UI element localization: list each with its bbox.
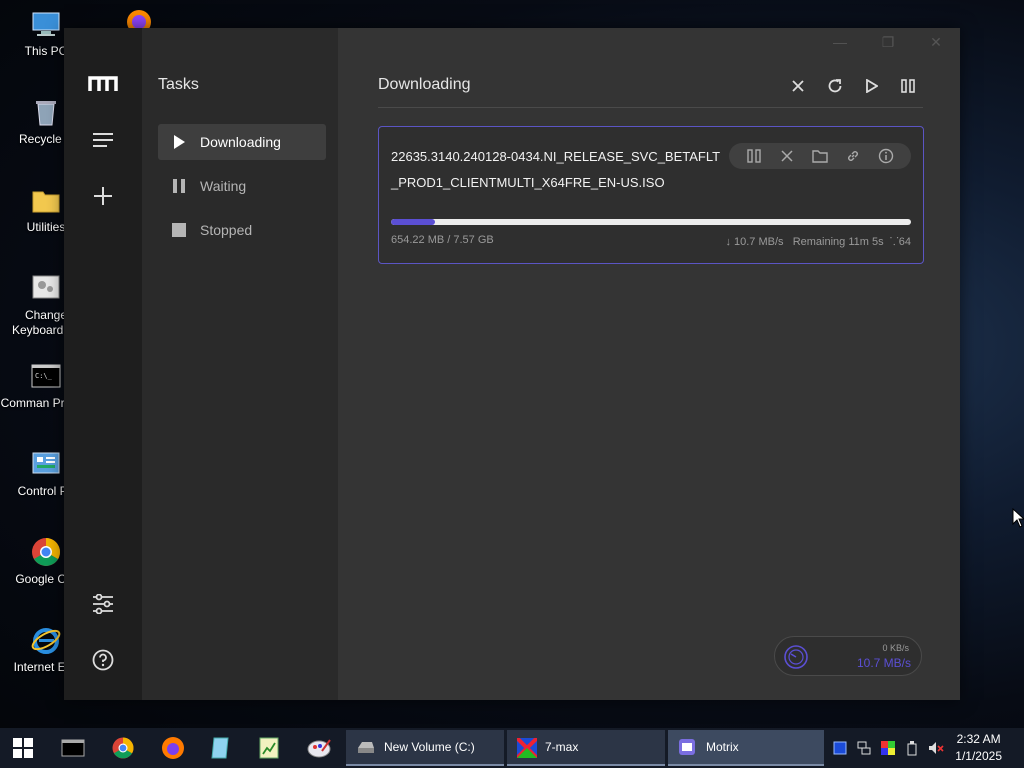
download-speed: ↓ 10.7 MB/s bbox=[725, 236, 784, 248]
clock-time: 2:32 AM bbox=[956, 732, 1001, 746]
link-icon[interactable] bbox=[843, 146, 863, 166]
menu-item-waiting[interactable]: Waiting bbox=[158, 168, 326, 204]
chrome-icon bbox=[30, 536, 62, 568]
terminal-icon[interactable] bbox=[58, 734, 88, 762]
start-button[interactable] bbox=[8, 734, 38, 762]
preferences-icon[interactable] bbox=[90, 592, 116, 616]
stop-icon bbox=[158, 223, 200, 237]
download-speed-total: 10.7 MB/s bbox=[856, 656, 911, 670]
taskbar-app-7-max[interactable]: 7-max bbox=[507, 730, 665, 766]
task-stats: ↓ 10.7 MB/s Remaining 11m 5s ⸪64 bbox=[725, 234, 911, 249]
upload-speed: 0 KB/s bbox=[882, 643, 909, 653]
internet-explorer-icon bbox=[30, 624, 62, 656]
volume-muted-icon[interactable] bbox=[928, 740, 944, 756]
spreadsheet-icon[interactable] bbox=[254, 734, 284, 762]
terminal-icon: C:\_ bbox=[30, 360, 62, 392]
drive-icon bbox=[356, 738, 374, 756]
hamburger-icon[interactable] bbox=[90, 128, 116, 152]
taskbar-app-label: New Volume (C:) bbox=[384, 740, 475, 754]
seven-max-icon bbox=[515, 736, 539, 760]
speedometer-icon bbox=[783, 644, 809, 675]
network-icon[interactable] bbox=[856, 740, 872, 756]
color-tray-icon[interactable] bbox=[880, 740, 896, 756]
taskbar-app-label: Motrix bbox=[706, 740, 739, 754]
progress-bar bbox=[391, 219, 911, 225]
task-size: 654.22 MB / 7.57 GB bbox=[391, 234, 494, 246]
speedometer[interactable]: 0 KB/s 10.7 MB/s bbox=[774, 636, 922, 676]
pause-icon bbox=[158, 179, 200, 193]
minimize-button[interactable]: — bbox=[828, 34, 852, 50]
pause-icon[interactable] bbox=[744, 146, 764, 166]
firefox-icon[interactable] bbox=[158, 734, 188, 762]
help-icon[interactable] bbox=[90, 648, 116, 672]
folder-icon[interactable] bbox=[810, 146, 830, 166]
close-window-button[interactable]: ✕ bbox=[924, 34, 948, 50]
paint-icon[interactable] bbox=[304, 734, 334, 762]
task-item[interactable]: 22635.3140.240128-0434.NI_RELEASE_SVC_BE… bbox=[378, 126, 924, 264]
tray-app-icon[interactable] bbox=[832, 740, 848, 756]
taskbar-app-label: 7-max bbox=[545, 740, 579, 754]
add-task-icon[interactable] bbox=[90, 184, 116, 208]
motrix-window: — ❐ ✕ Tasks Downloading Waiting Stopped … bbox=[64, 28, 960, 700]
connections-icon: ⸪ bbox=[889, 236, 899, 248]
system-clock[interactable]: 2:32 AM 1/1/2025 bbox=[955, 731, 1002, 765]
refresh-icon[interactable] bbox=[823, 74, 847, 98]
taskbar-app-motrix[interactable]: Motrix bbox=[668, 730, 824, 766]
recycle-bin-icon bbox=[30, 96, 62, 128]
app-sidebar bbox=[64, 28, 142, 700]
play-icon bbox=[158, 135, 200, 149]
motrix-app-icon bbox=[678, 738, 696, 756]
menu-item-label: Waiting bbox=[200, 178, 247, 194]
taskbar-app-new-volume[interactable]: New Volume (C:) bbox=[346, 730, 504, 766]
folder-icon bbox=[30, 184, 62, 216]
clock-date: 1/1/2025 bbox=[955, 749, 1002, 763]
header-divider bbox=[378, 107, 923, 108]
menu-item-stopped[interactable]: Stopped bbox=[158, 212, 326, 248]
chrome-icon[interactable] bbox=[108, 734, 138, 762]
close-icon[interactable] bbox=[777, 146, 797, 166]
task-name: 22635.3140.240128-0434.NI_RELEASE_SVC_BE… bbox=[391, 149, 721, 190]
connections-count: 64 bbox=[898, 236, 911, 248]
computer-icon bbox=[30, 8, 62, 40]
play-icon[interactable] bbox=[860, 74, 884, 98]
pause-icon[interactable] bbox=[896, 74, 920, 98]
mouse-cursor-icon bbox=[1012, 507, 1024, 533]
usb-icon[interactable] bbox=[904, 740, 920, 756]
notepad-icon[interactable] bbox=[206, 734, 236, 762]
maximize-button[interactable]: ❐ bbox=[876, 34, 900, 50]
progress-fill bbox=[391, 219, 435, 225]
close-icon[interactable] bbox=[786, 74, 810, 98]
info-icon[interactable] bbox=[876, 146, 896, 166]
keyboard-settings-icon bbox=[30, 272, 62, 304]
tasks-title: Tasks bbox=[158, 76, 199, 93]
remaining-time: Remaining 11m 5s bbox=[792, 236, 884, 248]
control-panel-icon bbox=[30, 448, 62, 480]
taskbar: New Volume (C:) 7-max Motrix 2:32 AM 1/1… bbox=[0, 728, 1024, 768]
menu-item-label: Downloading bbox=[200, 134, 281, 150]
task-actions bbox=[729, 143, 911, 169]
svg-text:C:\_: C:\_ bbox=[35, 372, 53, 380]
motrix-logo-icon[interactable] bbox=[88, 72, 118, 96]
menu-item-label: Stopped bbox=[200, 222, 253, 238]
menu-item-downloading[interactable]: Downloading bbox=[158, 124, 326, 160]
page-title: Downloading bbox=[378, 76, 471, 93]
